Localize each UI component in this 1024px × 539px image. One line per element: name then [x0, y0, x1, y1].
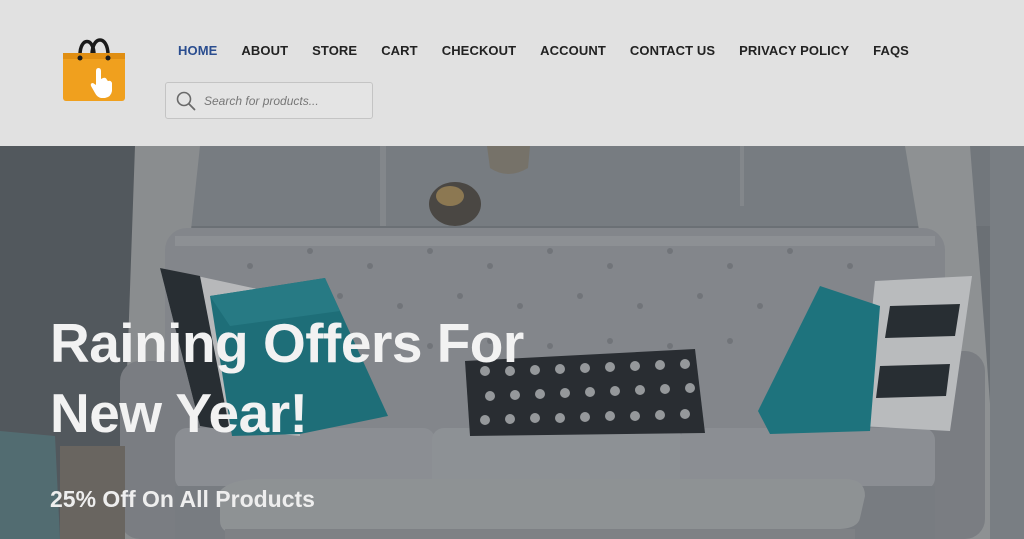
hero-banner: Raining Offers For New Year! 25% Off On …	[0, 146, 1024, 539]
nav-faqs[interactable]: FAQS	[861, 41, 921, 61]
nav-home[interactable]: HOME	[166, 41, 229, 61]
site-header: HOME ABOUT STORE CART CHECKOUT ACCOUNT C…	[0, 0, 1024, 146]
main-nav: HOME ABOUT STORE CART CHECKOUT ACCOUNT C…	[166, 41, 921, 61]
nav-cart[interactable]: CART	[369, 41, 430, 61]
shopping-bag-icon	[63, 38, 125, 101]
search-input[interactable]	[204, 85, 364, 116]
site-logo[interactable]	[60, 33, 128, 103]
nav-store[interactable]: STORE	[300, 41, 369, 61]
nav-contact-us[interactable]: CONTACT US	[618, 41, 727, 61]
search-icon[interactable]	[176, 91, 196, 111]
nav-privacy-policy[interactable]: PRIVACY POLICY	[727, 41, 861, 61]
nav-about[interactable]: ABOUT	[229, 41, 300, 61]
product-search[interactable]	[165, 82, 373, 119]
nav-account[interactable]: ACCOUNT	[528, 41, 618, 61]
nav-checkout[interactable]: CHECKOUT	[430, 41, 528, 61]
hero-subtitle: 25% Off On All Products	[50, 486, 315, 512]
hero-title: Raining Offers For New Year!	[50, 312, 524, 444]
